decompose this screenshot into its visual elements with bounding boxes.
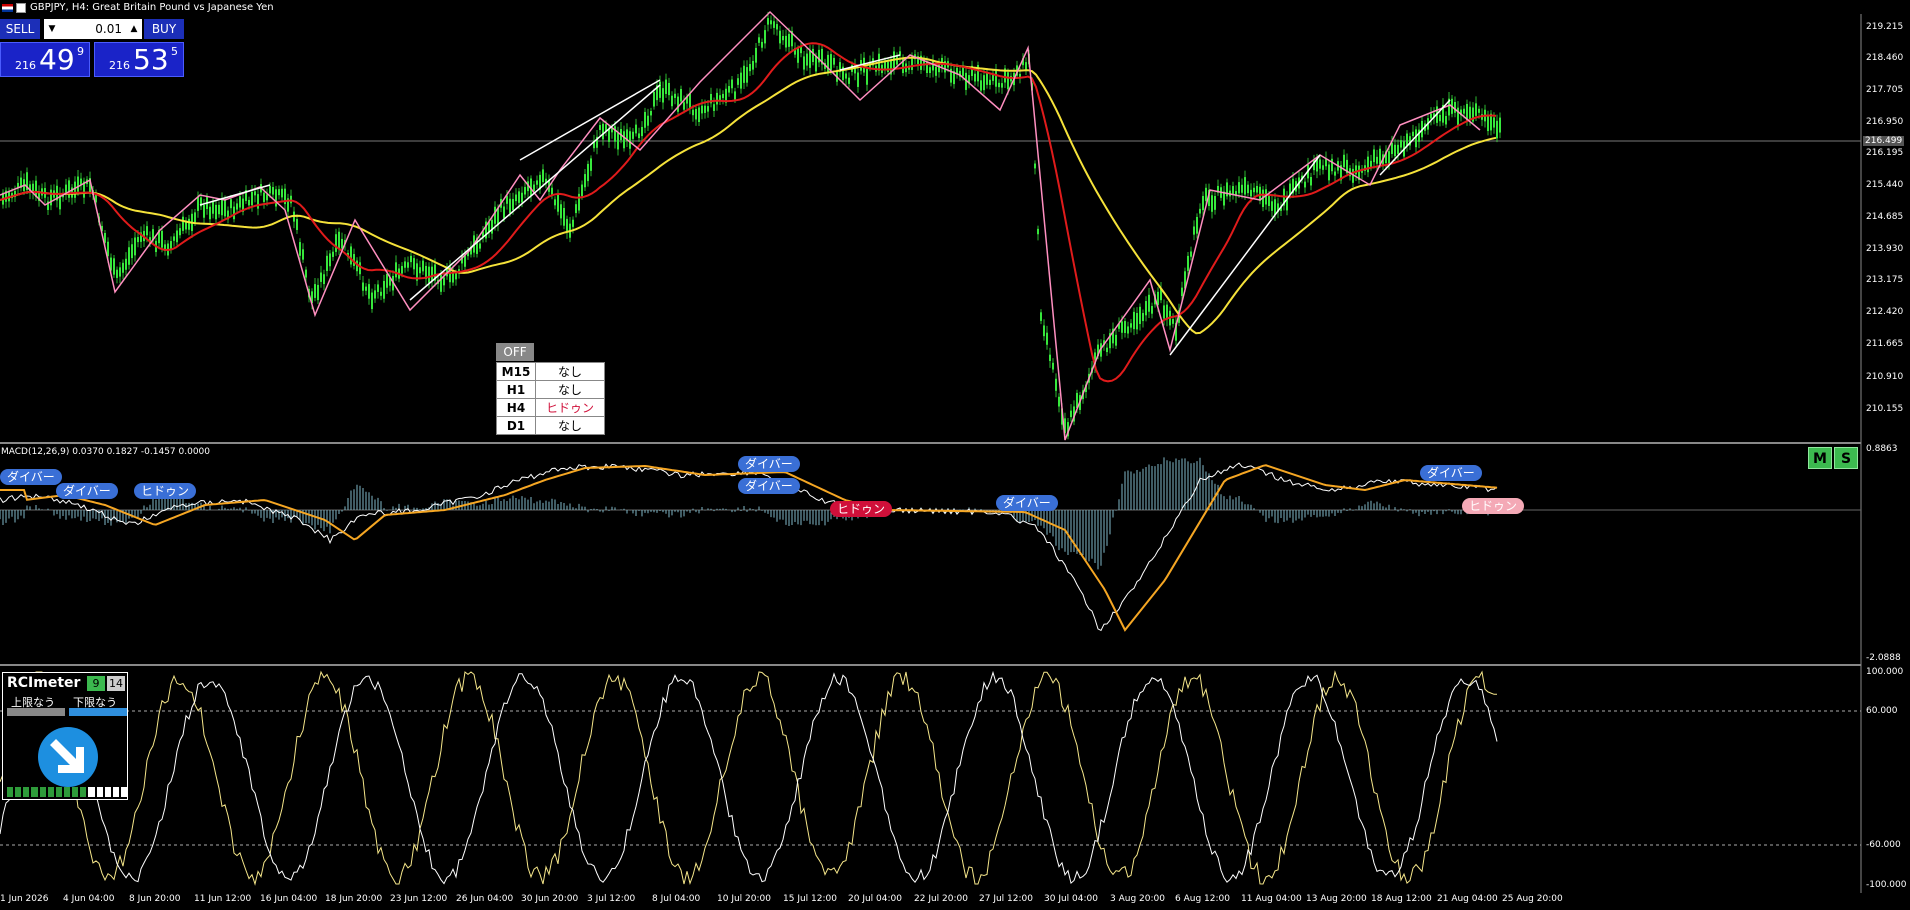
trend-line[interactable] [519,79,661,161]
rci-strength-segment [47,787,54,797]
price-axis-label: 210.910 [1866,372,1904,382]
price-axis-label: 210.155 [1866,404,1904,414]
rci-strength-segment [7,787,14,797]
rci-axis-label: 60.000 [1866,706,1898,716]
trend-line[interactable] [199,184,271,206]
signal-value-cell: なし [535,362,605,381]
rci-strength-segment [31,787,38,797]
price-chart-canvas[interactable] [0,0,1910,910]
table-row: D1 なし [496,416,605,435]
time-axis-label: 30 Jul 04:00 [1044,894,1098,904]
rci-meter-title: RCImeter [7,675,81,691]
price-axis-label: 211.665 [1866,339,1904,349]
divergence-tag: ダイバー [738,478,800,494]
price-axis-label: 218.460 [1866,53,1904,63]
time-axis-label: 20 Jul 04:00 [848,894,902,904]
divergence-tag: ダイバー [996,495,1058,511]
rci-strength-segment [120,787,128,797]
timeframe-cell: H4 [496,398,536,417]
signal-value-cell: なし [535,416,605,435]
current-price-label: 216.499 [1863,136,1905,146]
s-toggle-button[interactable]: S [1834,447,1858,469]
hidden-divergence-tag: ヒドゥン [1462,498,1525,514]
rci-strength-segment [96,787,103,797]
price-axis-label: 212.420 [1866,307,1904,317]
rci-lower-state-bar [69,708,127,716]
time-axis-label: 27 Jul 12:00 [979,894,1033,904]
rci-strength-segment [88,787,95,797]
divergence-signal-table: M15 なし H1 なし H4 ヒドゥン D1 なし [496,362,605,435]
time-axis-label: 30 Jun 20:00 [521,894,579,904]
rci-strength-segment [55,787,62,797]
time-axis-label: 4 Jun 04:00 [63,894,115,904]
time-axis-label: 8 Jun 20:00 [129,894,181,904]
rci-strength-segment [23,787,30,797]
rci-axis-label: -100.000 [1866,880,1907,890]
arrow-down-right-icon [38,727,98,787]
time-axis-label: 6 Aug 12:00 [1175,894,1230,904]
hidden-divergence-tag: ヒドゥン [830,501,893,517]
time-axis-label: 22 Jul 20:00 [914,894,968,904]
rci-short-line [0,670,1498,886]
time-axis-label: 18 Jun 20:00 [325,894,383,904]
rci-axis-label: 100.000 [1866,667,1904,677]
rci-strength-gauge [7,787,128,797]
time-axis-label: 10 Jul 20:00 [717,894,771,904]
m-toggle-button[interactable]: M [1808,447,1832,469]
price-axis-label: 217.705 [1866,85,1904,95]
divergence-tag: ダイバー [1420,465,1482,481]
time-axis-label: 18 Aug 12:00 [1371,894,1432,904]
timeframe-cell: D1 [496,416,536,435]
table-row: H4 ヒドゥン [496,398,605,417]
rci-period-short[interactable]: 9 [87,676,105,691]
macd-axis-bottom: -2.0888 [1866,653,1901,663]
time-axis-label: 21 Aug 04:00 [1437,894,1498,904]
time-axis-label: 25 Aug 20:00 [1502,894,1563,904]
time-axis-label: 16 Jun 04:00 [260,894,318,904]
price-axis-label: 219.215 [1866,22,1904,32]
timeframe-cell: M15 [496,362,536,381]
rci-meter-panel: RCImeter 9 14 上限なう 下限なう [2,672,128,800]
price-axis-label: 215.440 [1866,180,1904,190]
rci-strength-segment [15,787,22,797]
divergence-tag: ダイバー [0,469,62,485]
price-axis-label: 213.175 [1866,275,1904,285]
rci-axis-label: -60.000 [1866,840,1901,850]
table-row: H1 なし [496,380,605,399]
rci-strength-segment [39,787,46,797]
time-axis-label: 3 Aug 20:00 [1110,894,1165,904]
rci-strength-segment [80,787,87,797]
rci-strength-segment [72,787,79,797]
price-axis-label: 213.930 [1866,244,1904,254]
macd-axis-top: 0.8863 [1866,444,1898,454]
signal-value-cell: なし [535,380,605,399]
signal-off-button[interactable]: OFF [496,343,534,361]
macd-indicator-label: MACD(12,26,9) 0.0370 0.1827 -0.1457 0.00… [1,447,211,457]
time-axis-label: 3 Jul 12:00 [587,894,636,904]
time-axis-label: 13 Aug 20:00 [1306,894,1367,904]
rci-strength-segment [63,787,71,797]
time-axis-label: 8 Jul 04:00 [652,894,701,904]
time-axis-label: 23 Jun 12:00 [390,894,448,904]
divergence-tag: ダイバー [56,483,118,499]
rci-upper-state-bar [7,708,65,716]
time-axis-label: 11 Jun 12:00 [194,894,252,904]
rci-period-long[interactable]: 14 [107,676,125,691]
rci-long-line [0,670,1498,885]
rci-strength-segment [104,787,111,797]
hidden-divergence-tag: ヒドゥン [134,483,197,499]
time-axis-label: 11 Aug 04:00 [1241,894,1302,904]
time-axis-label: 1 Jun 2026 [0,894,49,904]
signal-value-cell: ヒドゥン [535,398,605,417]
table-row: M15 なし [496,362,605,381]
time-axis-label: 26 Jun 04:00 [456,894,514,904]
price-axis-label: 216.195 [1866,148,1904,158]
rci-strength-segment [112,787,119,797]
divergence-tag: ダイバー [738,456,800,472]
timeframe-cell: H1 [496,380,536,399]
price-axis-label: 214.685 [1866,212,1904,222]
time-axis-label: 15 Jul 12:00 [783,894,837,904]
price-axis-label: 216.950 [1866,117,1904,127]
